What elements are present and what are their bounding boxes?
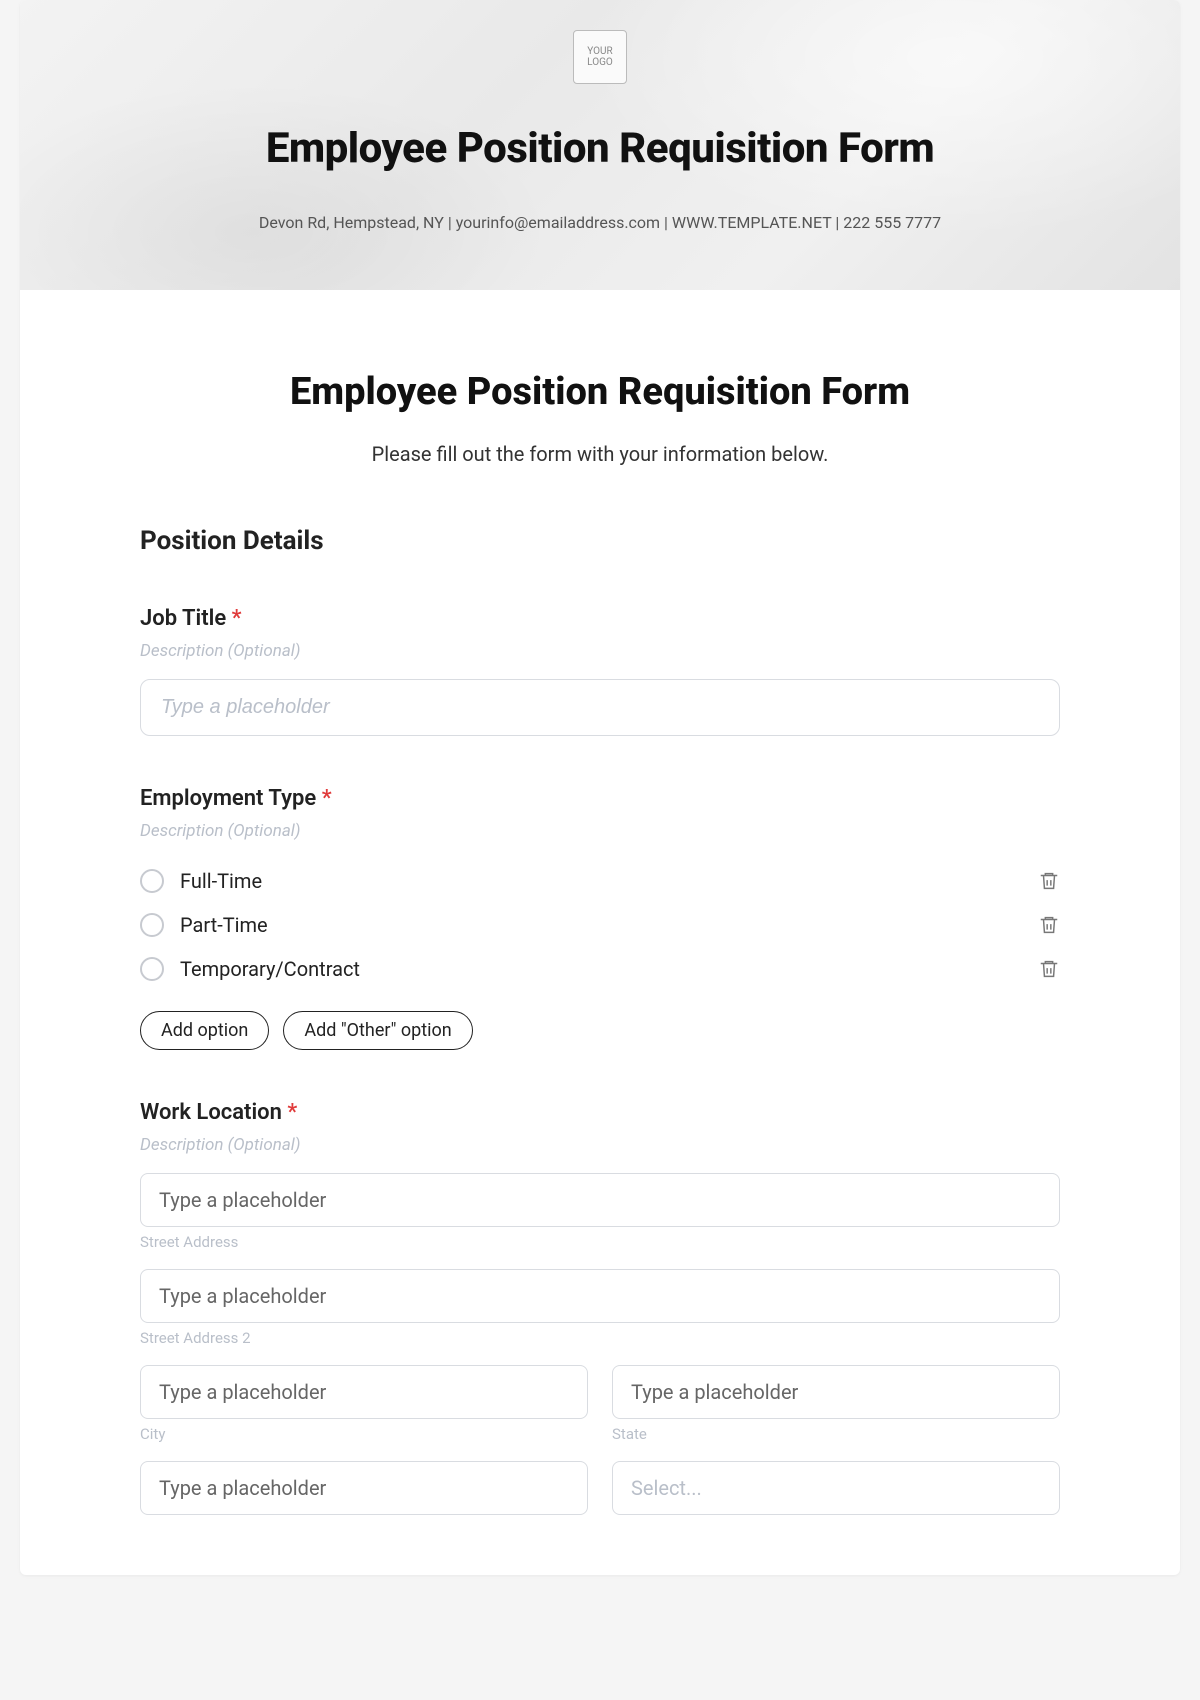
work-location-label: Work Location * (140, 1100, 1060, 1125)
employment-type-label-text: Employment Type (140, 786, 316, 811)
radio-option-left[interactable]: Temporary/Contract (140, 957, 360, 981)
radio-icon[interactable] (140, 913, 164, 937)
form-content: Employee Position Requisition Form Pleas… (20, 290, 1180, 1575)
employment-type-options: Full-Time Part-Time Temporary/Contract (140, 859, 1060, 991)
radio-label: Temporary/Contract (180, 957, 360, 981)
state-input[interactable] (612, 1365, 1060, 1419)
hero-contact-line: Devon Rd, Hempstead, NY | yourinfo@email… (20, 213, 1180, 232)
add-other-option-button[interactable]: Add "Other" option (283, 1011, 472, 1050)
state-sublabel: State (612, 1425, 1060, 1443)
hero-title: Employee Position Requisition Form (20, 124, 1180, 173)
radio-option: Temporary/Contract (140, 947, 1060, 991)
radio-option-left[interactable]: Full-Time (140, 869, 262, 893)
radio-icon[interactable] (140, 869, 164, 893)
job-title-description[interactable]: Description (Optional) (140, 641, 1060, 661)
street-address-sublabel: Street Address (140, 1233, 1060, 1251)
street-address-2-input[interactable] (140, 1269, 1060, 1323)
job-title-label: Job Title * (140, 606, 1060, 631)
city-sublabel: City (140, 1425, 588, 1443)
section-position-details: Position Details (140, 526, 1060, 556)
field-job-title: Job Title * Description (Optional) (140, 606, 1060, 736)
radio-label: Part-Time (180, 913, 268, 937)
trash-icon[interactable] (1038, 958, 1060, 980)
country-select[interactable] (612, 1461, 1060, 1515)
zip-input[interactable] (140, 1461, 588, 1515)
job-title-label-text: Job Title (140, 606, 226, 631)
add-option-button[interactable]: Add option (140, 1011, 269, 1050)
employment-type-label: Employment Type * (140, 786, 1060, 811)
hero-banner: YOUR LOGO Employee Position Requisition … (20, 0, 1180, 290)
radio-option-left[interactable]: Part-Time (140, 913, 268, 937)
logo-text: YOUR LOGO (574, 46, 626, 68)
required-mark: * (232, 606, 242, 631)
employment-type-description[interactable]: Description (Optional) (140, 821, 1060, 841)
radio-option: Full-Time (140, 859, 1060, 903)
street-address-input[interactable] (140, 1173, 1060, 1227)
logo-placeholder: YOUR LOGO (573, 30, 627, 84)
option-buttons-row: Add option Add "Other" option (140, 1011, 1060, 1050)
radio-label: Full-Time (180, 869, 262, 893)
radio-option: Part-Time (140, 903, 1060, 947)
field-work-location: Work Location * Description (Optional) S… (140, 1100, 1060, 1515)
city-input[interactable] (140, 1365, 588, 1419)
radio-icon[interactable] (140, 957, 164, 981)
form-subtitle: Please fill out the form with your infor… (140, 442, 1060, 466)
work-location-label-text: Work Location (140, 1100, 282, 1125)
form-title: Employee Position Requisition Form (140, 370, 1060, 414)
trash-icon[interactable] (1038, 914, 1060, 936)
job-title-input[interactable] (140, 679, 1060, 736)
form-card: YOUR LOGO Employee Position Requisition … (20, 0, 1180, 1575)
street-address-2-sublabel: Street Address 2 (140, 1329, 1060, 1347)
required-mark: * (322, 786, 332, 811)
trash-icon[interactable] (1038, 870, 1060, 892)
required-mark: * (287, 1100, 297, 1125)
work-location-description[interactable]: Description (Optional) (140, 1135, 1060, 1155)
field-employment-type: Employment Type * Description (Optional)… (140, 786, 1060, 1050)
